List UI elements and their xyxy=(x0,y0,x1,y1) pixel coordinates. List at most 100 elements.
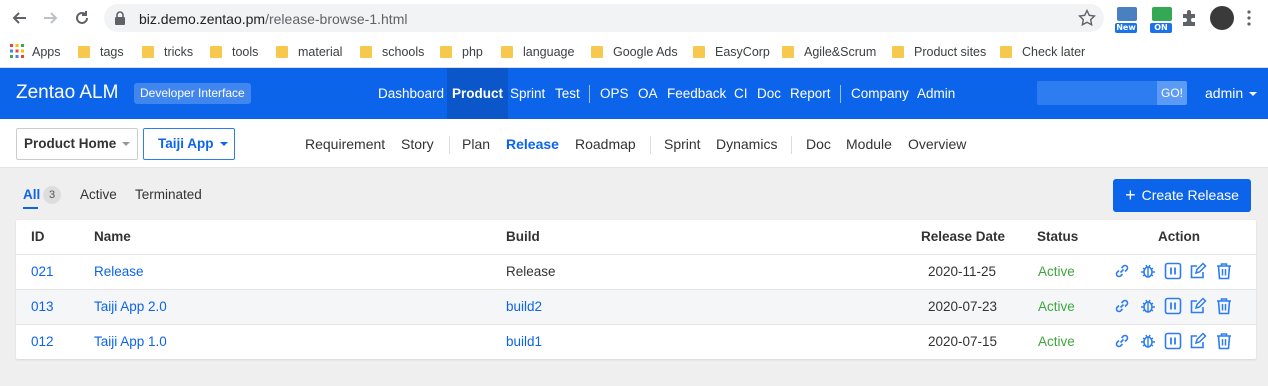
folder-icon xyxy=(276,46,288,58)
subnav-doc[interactable]: Doc xyxy=(806,136,831,152)
search-input[interactable] xyxy=(1037,81,1157,105)
nav-feedback[interactable]: Feedback xyxy=(667,68,726,119)
release-name-link[interactable]: Taiji App 2.0 xyxy=(94,299,167,314)
release-date: 2020-07-15 xyxy=(928,334,998,349)
back-icon[interactable] xyxy=(8,6,32,30)
nav-sprint[interactable]: Sprint xyxy=(510,68,545,119)
build-link[interactable]: build2 xyxy=(506,299,542,314)
column-header-name[interactable]: Name xyxy=(94,229,131,244)
extensions-puzzle-icon[interactable] xyxy=(1180,9,1204,33)
bookmark-folder[interactable]: Agile&Scrum xyxy=(782,43,876,61)
subnav-sprint[interactable]: Sprint xyxy=(664,136,701,152)
column-header-release-date[interactable]: Release Date xyxy=(921,229,1005,244)
pause-icon[interactable] xyxy=(1164,332,1182,350)
bookmark-folder[interactable]: language xyxy=(501,43,574,61)
nav-product[interactable]: Product xyxy=(447,68,509,119)
subnav-overview[interactable]: Overview xyxy=(908,136,966,152)
edit-icon[interactable] xyxy=(1189,297,1207,315)
bug-icon[interactable] xyxy=(1139,262,1157,280)
tab-terminated[interactable]: Terminated xyxy=(135,187,202,202)
profile-avatar[interactable] xyxy=(1210,6,1234,30)
address-bar[interactable]: biz.demo.zentao.pm/release-browse-1.html xyxy=(104,4,1104,32)
bookmark-star-icon[interactable] xyxy=(1077,8,1097,30)
build-link[interactable]: build1 xyxy=(506,334,542,349)
search-go-button[interactable]: GO! xyxy=(1157,81,1187,105)
bug-icon[interactable] xyxy=(1139,297,1157,315)
nav-ops[interactable]: OPS xyxy=(600,68,629,119)
column-header-id[interactable]: ID xyxy=(31,229,45,244)
nav-doc[interactable]: Doc xyxy=(757,68,781,119)
bug-icon[interactable] xyxy=(1139,332,1157,350)
edit-icon[interactable] xyxy=(1189,262,1207,280)
app-header: Zentao ALM Developer Interface Dashboard… xyxy=(0,68,1268,119)
subnav-release[interactable]: Release xyxy=(506,136,559,152)
create-release-button[interactable]: + Create Release xyxy=(1113,179,1251,212)
product-home-dropdown[interactable]: Product Home xyxy=(16,128,138,160)
nav-test[interactable]: Test xyxy=(555,68,580,119)
reload-icon[interactable] xyxy=(70,6,94,30)
delete-icon[interactable] xyxy=(1215,297,1233,315)
forward-icon[interactable] xyxy=(38,6,62,30)
bookmark-label: php xyxy=(462,45,483,59)
tab-active[interactable]: Active xyxy=(80,187,117,202)
column-header-action: Action xyxy=(1158,229,1200,244)
subnav-plan[interactable]: Plan xyxy=(462,136,490,152)
release-name-link[interactable]: Release xyxy=(94,264,144,279)
subnav-dynamics[interactable]: Dynamics xyxy=(716,136,777,152)
nav-report[interactable]: Report xyxy=(790,68,831,119)
extension-new-icon[interactable]: New xyxy=(1115,7,1139,33)
link-icon[interactable] xyxy=(1113,262,1131,280)
subnav-module[interactable]: Module xyxy=(846,136,892,152)
bookmark-folder[interactable]: Check later xyxy=(1000,43,1085,61)
folder-icon xyxy=(501,46,513,58)
bookmark-folder[interactable]: tags xyxy=(78,43,124,61)
bookmark-folder[interactable]: tools xyxy=(210,43,258,61)
user-menu[interactable]: admin xyxy=(1205,85,1258,101)
bookmark-folder[interactable]: php xyxy=(440,43,483,61)
bookmark-folder[interactable]: tricks xyxy=(142,43,193,61)
extension-new-label: New xyxy=(1115,23,1137,33)
app-logo[interactable]: Zentao ALM xyxy=(16,82,118,104)
subnav-roadmap[interactable]: Roadmap xyxy=(575,136,636,152)
pause-icon[interactable] xyxy=(1164,297,1182,315)
extension-on-icon[interactable]: ON xyxy=(1150,7,1174,33)
product-subheader: Product Home Taiji App Requirement Story… xyxy=(0,119,1268,168)
bookmark-label: Google Ads xyxy=(613,45,678,59)
subnav-story[interactable]: Story xyxy=(401,136,434,152)
nav-ci[interactable]: CI xyxy=(734,68,748,119)
chevron-down-icon xyxy=(122,142,131,147)
nav-dashboard[interactable]: Dashboard xyxy=(378,68,444,119)
subnav-divider xyxy=(449,136,450,154)
developer-interface-badge[interactable]: Developer Interface xyxy=(134,83,251,104)
release-name-link[interactable]: Taiji App 1.0 xyxy=(94,334,167,349)
status-label: Active xyxy=(1038,334,1075,349)
subnav-requirement[interactable]: Requirement xyxy=(305,136,385,152)
bookmark-folder[interactable]: Google Ads xyxy=(591,43,678,61)
extension-on-label: ON xyxy=(1150,23,1172,33)
link-icon[interactable] xyxy=(1113,332,1131,350)
release-id-link[interactable]: 013 xyxy=(31,299,54,314)
bookmark-folder[interactable]: Product sites xyxy=(892,43,986,61)
release-date: 2020-11-25 xyxy=(928,264,997,279)
link-icon[interactable] xyxy=(1113,297,1131,315)
edit-icon[interactable] xyxy=(1189,332,1207,350)
release-id-link[interactable]: 012 xyxy=(31,334,54,349)
menu-dots-icon[interactable] xyxy=(1246,10,1268,34)
tab-all[interactable]: All xyxy=(23,187,40,202)
bookmark-folder[interactable]: material xyxy=(276,43,342,61)
pause-icon[interactable] xyxy=(1164,262,1182,280)
nav-oa[interactable]: OA xyxy=(638,68,658,119)
delete-icon[interactable] xyxy=(1215,262,1233,280)
bookmark-folder[interactable]: EasyCorp xyxy=(693,43,770,61)
release-id-link[interactable]: 021 xyxy=(31,264,54,279)
chevron-down-icon xyxy=(1249,92,1258,97)
bookmark-folder[interactable]: schools xyxy=(360,43,424,61)
nav-company[interactable]: Company xyxy=(851,68,909,119)
product-switcher-dropdown[interactable]: Taiji App xyxy=(143,128,235,160)
column-header-status[interactable]: Status xyxy=(1037,229,1078,244)
delete-icon[interactable] xyxy=(1215,332,1233,350)
subnav-divider xyxy=(650,136,651,154)
bookmark-apps[interactable]: Apps xyxy=(10,43,61,61)
column-header-build[interactable]: Build xyxy=(506,229,540,244)
nav-admin[interactable]: Admin xyxy=(917,68,955,119)
